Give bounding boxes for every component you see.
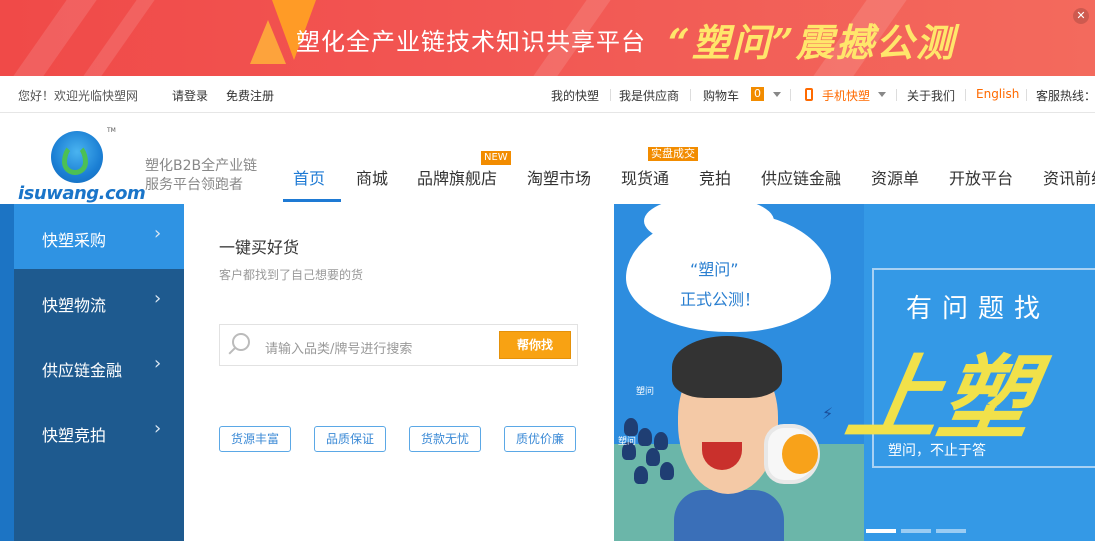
feature-tag[interactable]: 质优价廉 [504,426,576,452]
logo-text: isuwang.com [18,183,146,204]
carousel-dot[interactable] [936,529,966,533]
cloud-text: 正式公测！ [680,290,761,309]
english-link[interactable]: English [976,87,1019,101]
product-search: 请输入品类/牌号进行搜索 帮你找 [219,324,578,366]
menu-item-label: 快塑物流 [42,296,107,315]
trademark-icon: TM [107,127,116,134]
menu-item-label: 快塑采购 [42,231,107,250]
logo-leaf-icon [62,143,88,175]
nav-item-resource-list[interactable]: 资源单 [871,165,919,189]
divider [690,89,691,101]
chevron-right-icon: › [154,288,162,309]
panel-subtitle: 客户都找到了自己想要的货 [219,268,364,282]
promo-tagline: 塑问，不止于答 [888,443,986,459]
top-promo-banner[interactable]: 塑化全产业链技术知识共享平台 “塑问”震撼公测 ✕ [0,0,1095,76]
welcome-text: 您好！欢迎光临快塑网 [18,89,139,103]
banner-main-text: 塑化全产业链技术知识共享平台 [296,28,646,56]
menu-item-auction[interactable]: 快塑竞拍 › [14,399,184,464]
nav-item-supply-finance[interactable]: 供应链金融 [761,165,841,189]
divider [1026,89,1027,101]
search-input[interactable]: 请输入品类/牌号进行搜索 [265,338,412,357]
my-kuaisu-link[interactable]: 我的快塑 [551,87,599,104]
register-link[interactable]: 免费注册 [226,87,274,104]
promo-big-text: 上塑 [839,344,1043,452]
menu-item-supply-finance[interactable]: 供应链金融 › [14,334,184,399]
carousel-dot[interactable] [901,529,931,533]
site-header: TM isuwang.com 塑化B2B全产业链 服务平台领跑者 首页 商城 品… [0,113,1095,204]
divider [896,89,897,101]
nav-active-underline [283,199,341,202]
character-body [674,490,784,541]
feature-tag[interactable]: 货款无忧 [409,426,481,452]
banner-decoration [83,0,155,76]
feature-tag[interactable]: 品质保证 [314,426,386,452]
feature-tag[interactable]: 货源丰富 [219,426,291,452]
search-icon [232,333,250,351]
top-utility-bar: 您好！欢迎光临快塑网 请登录 免费注册 我的快塑 我是供应商 购物车 0 手机快… [0,76,1095,113]
sign-label: 塑问 [636,387,655,397]
sign-label: 塑问 [618,437,637,447]
cart-chevron-down-icon[interactable] [773,92,781,97]
nav-item-auction[interactable]: 竞拍 [699,165,731,189]
banner-highlight-text: “塑问”震撼公测 [668,20,956,65]
chevron-right-icon: › [154,418,162,439]
cart-count-badge: 0 [751,87,764,101]
crowd-figure [660,462,674,480]
slogan-line: 服务平台领跑者 [145,177,243,193]
nav-item-spot-goods[interactable]: 现货通 [621,165,669,189]
search-button[interactable]: 帮你找 [499,331,571,359]
login-link[interactable]: 请登录 [172,87,208,104]
mobile-app-link[interactable]: 手机快塑 [822,87,870,104]
cart-link[interactable]: 购物车 [703,87,739,104]
promo-carousel[interactable]: 有问题找 上塑 塑问，不止于答 “塑问” 正式公测！ 塑问 塑问 ⚡ [614,204,1095,541]
nav-item-open-platform[interactable]: 开放平台 [949,165,1013,189]
crowd-figure [646,448,660,466]
menu-item-label: 快塑竞拍 [42,426,107,445]
supplier-link[interactable]: 我是供应商 [619,87,679,104]
nav-item-brand-store[interactable]: 品牌旗舰店 [417,165,497,189]
slogan: 塑化B2B全产业链 服务平台领跑者 [145,157,257,195]
divider [610,89,611,101]
cloud-text: “塑问” [690,260,739,279]
crowd-figure [638,428,652,446]
nav-item-mall[interactable]: 商城 [356,165,388,189]
nav-item-market[interactable]: 淘塑市场 [527,165,591,189]
carousel-dot[interactable] [866,529,896,533]
panel-title: 一键买好货 [219,238,300,257]
mobile-chevron-down-icon[interactable] [878,92,886,97]
megaphone-bell [782,434,818,474]
slogan-line: 塑化B2B全产业链 [145,158,258,174]
divider [965,89,966,101]
category-menu: 快塑采购 › 快塑物流 › 供应链金融 › 快塑竞拍 › [14,204,184,541]
crowd-figure [654,432,668,450]
divider [790,89,791,101]
hotline-label: 客服热线： [1036,89,1095,103]
left-edge-strip [0,204,14,541]
chevron-right-icon: › [154,353,162,374]
menu-item-label: 供应链金融 [42,361,123,380]
about-link[interactable]: 关于我们 [907,87,955,104]
banner-close-icon[interactable]: ✕ [1073,8,1089,24]
shout-lines-icon: ⚡ [822,404,834,423]
crowd-figure [634,466,648,484]
deal-badge: 实盘成交 [648,147,698,161]
chevron-right-icon: › [154,223,162,244]
character-hair [672,336,782,398]
site-logo[interactable]: TM isuwang.com [18,121,146,204]
promo-frame-text: 有问题找 [906,294,1051,324]
mobile-phone-icon [805,88,813,101]
menu-item-purchase[interactable]: 快塑采购 › [14,204,184,269]
nav-item-home[interactable]: 首页 [293,165,325,189]
nav-item-news[interactable]: 资讯前线 [1043,165,1095,189]
menu-item-logistics[interactable]: 快塑物流 › [14,269,184,334]
new-badge: NEW [481,151,511,165]
banner-decoration [13,0,97,76]
